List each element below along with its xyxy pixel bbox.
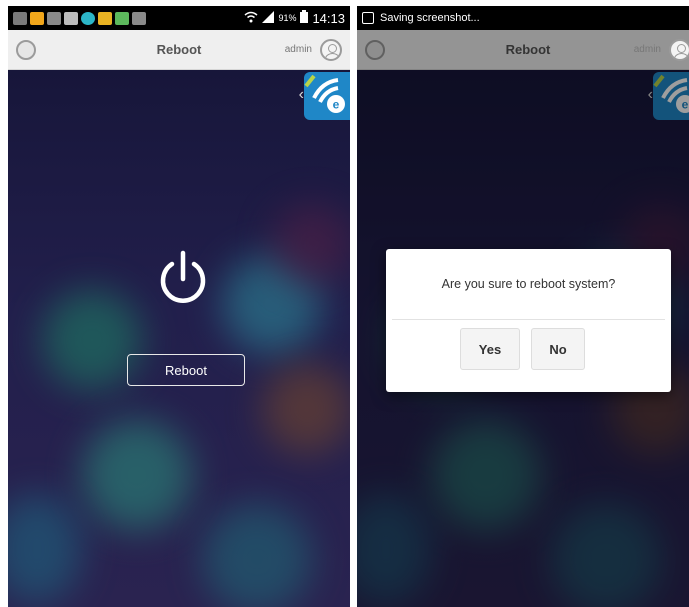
app-icon xyxy=(13,11,27,25)
clock: 14:13 xyxy=(312,10,345,26)
app-icon xyxy=(47,11,61,25)
screenshot-toast: Saving screenshot... xyxy=(362,12,480,24)
avatar-icon[interactable] xyxy=(320,38,342,61)
system-icons: 91% 14:13 xyxy=(244,10,345,26)
bokeh-background xyxy=(8,70,350,607)
notification-icons xyxy=(13,11,146,25)
username: admin xyxy=(284,44,312,55)
signal-icon xyxy=(262,10,275,26)
status-bar: 91% 14:13 xyxy=(8,6,350,30)
confirm-dialog: Are you sure to reboot system? Yes No xyxy=(386,249,671,392)
battery-icon xyxy=(300,10,309,26)
toast-text: Saving screenshot... xyxy=(380,12,480,24)
wifi-icon xyxy=(244,11,258,26)
screenshot-icon xyxy=(362,12,374,24)
app-icon xyxy=(98,11,112,25)
no-button[interactable]: No xyxy=(531,328,585,370)
app-icon xyxy=(132,11,146,25)
battery-percent: 91% xyxy=(278,13,297,23)
status-bar: Saving screenshot... xyxy=(357,6,689,30)
user-area[interactable]: admin xyxy=(633,38,689,61)
app-icon xyxy=(115,11,129,25)
reboot-confirm-screen: Saving screenshot... Reboot admin ‹ e Ar… xyxy=(357,6,689,607)
app-icon xyxy=(30,11,44,25)
yes-button[interactable]: Yes xyxy=(460,328,520,370)
reboot-button[interactable]: Reboot xyxy=(127,354,245,386)
wifi-badge-icon[interactable]: e xyxy=(304,72,350,120)
app-bar: Reboot admin xyxy=(8,30,350,70)
app-icon xyxy=(81,11,95,25)
reboot-screen: 91% 14:13 Reboot admin ‹ e Reboot xyxy=(8,6,350,607)
user-area[interactable]: admin xyxy=(284,38,342,61)
avatar-icon[interactable] xyxy=(669,38,689,61)
dialog-divider xyxy=(392,319,665,320)
svg-text:e: e xyxy=(333,98,340,112)
dialog-message: Are you sure to reboot system? xyxy=(441,277,616,291)
username: admin xyxy=(633,44,661,55)
power-icon xyxy=(153,249,213,309)
app-icon xyxy=(64,11,78,25)
